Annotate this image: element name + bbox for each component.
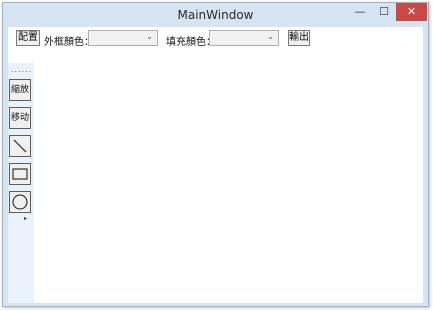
stroke-color-select[interactable]: ⌄ [88,30,158,46]
line-icon [13,139,27,153]
minimize-button[interactable]: — [348,3,372,21]
main-window: MainWindow — ☐ ✕ 配置 外框顏色： ⌄ 填充顏色： ⌄ 輸出 .… [2,2,429,307]
rectangle-tool-button[interactable] [9,163,31,185]
client-area: 配置 外框顏色： ⌄ 填充顏色： ⌄ 輸出 ...... 縮放 移动 ▸ [8,27,423,303]
chevron-down-icon: ⌄ [267,32,274,41]
toolbar-grip[interactable]: ...... [11,65,32,74]
scale-tool-button[interactable]: 縮放 [9,79,31,101]
rectangle-icon [12,168,28,180]
move-tool-button[interactable]: 移动 [9,107,31,129]
tool-palette: ...... 縮放 移动 ▸ [8,63,34,303]
maximize-button[interactable]: ☐ [372,3,396,21]
line-tool-button[interactable] [9,135,31,157]
stroke-color-label: 外框顏色： [44,37,94,48]
top-toolbar: 配置 外框顏色： ⌄ 填充顏色： ⌄ 輸出 [8,27,423,49]
circle-icon [12,194,28,210]
fill-color-select[interactable]: ⌄ [209,30,279,46]
ellipse-tool-button[interactable] [9,191,31,213]
chevron-down-icon: ⌄ [146,32,153,41]
title-bar[interactable]: MainWindow — ☐ ✕ [3,3,428,27]
export-button[interactable]: 輸出 [288,30,310,46]
config-button[interactable]: 配置 [16,30,40,46]
toolbar-overflow-icon[interactable]: ▸ [24,215,27,222]
close-button[interactable]: ✕ [396,3,427,21]
